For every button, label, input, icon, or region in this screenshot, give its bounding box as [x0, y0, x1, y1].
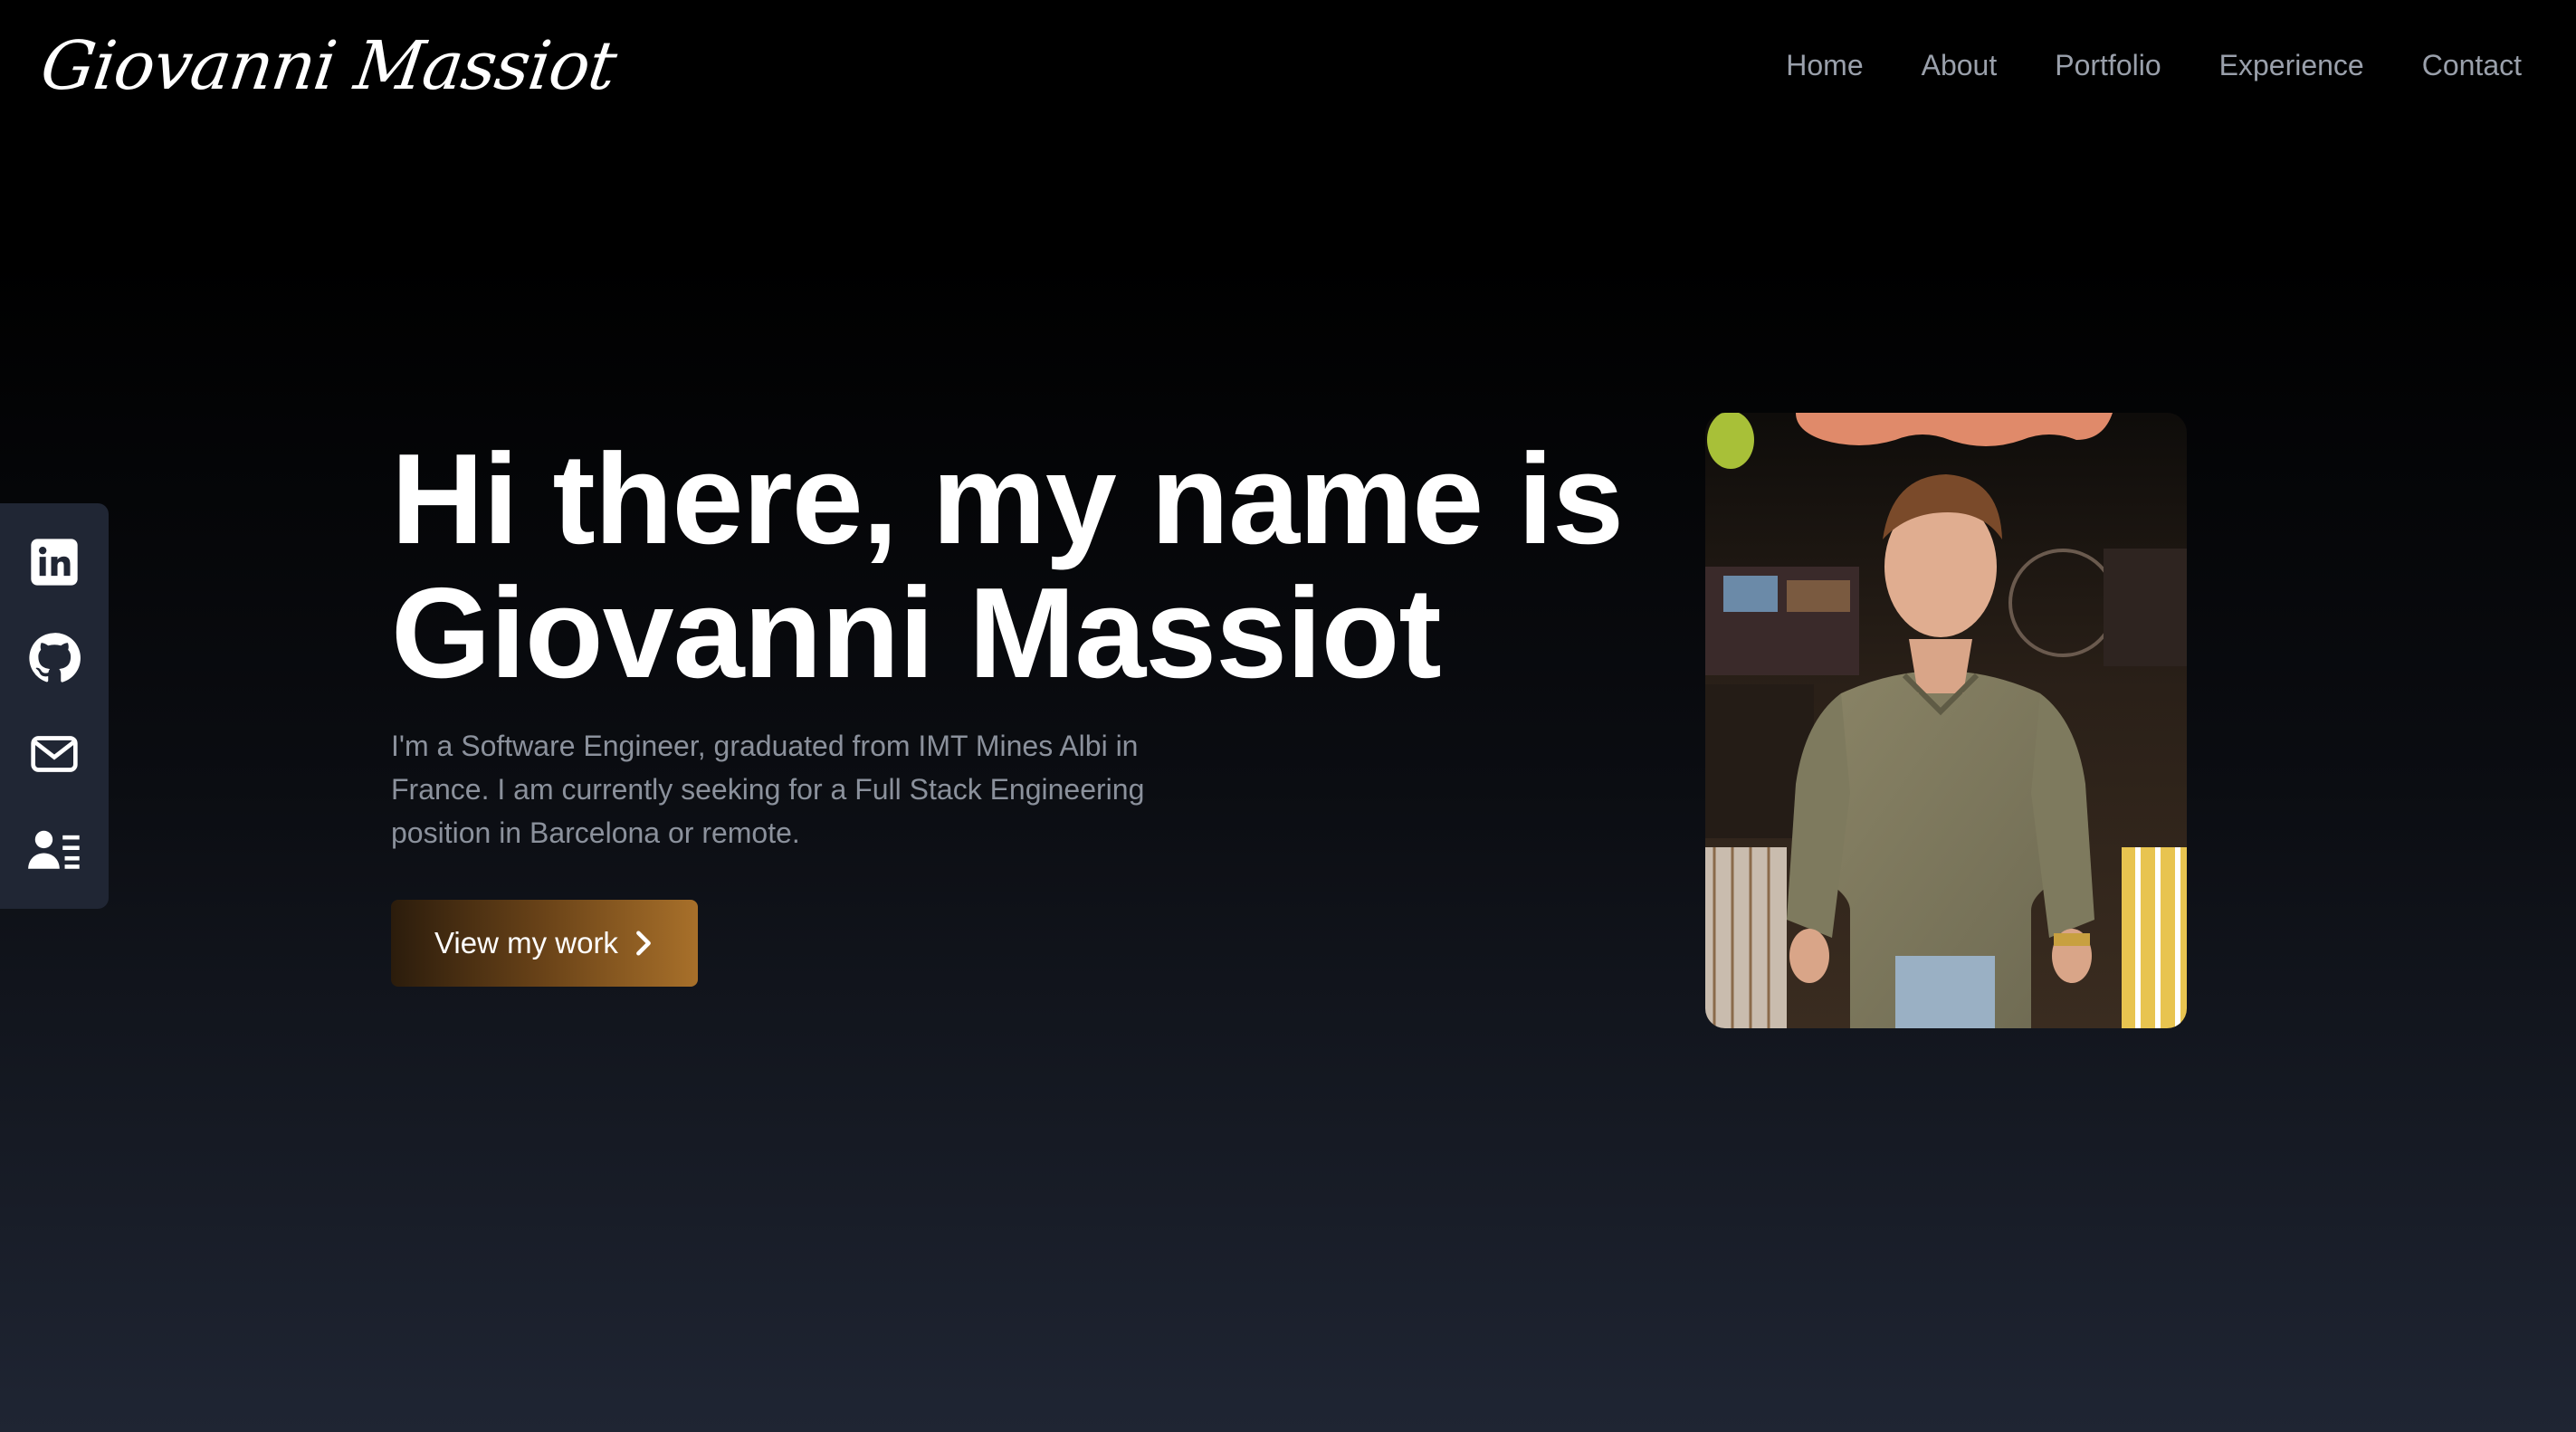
- site-logo[interactable]: Giovanni Massiot: [36, 27, 621, 105]
- nav-contact[interactable]: Contact: [2422, 49, 2522, 82]
- hero-description: I'm a Software Engineer, graduated from …: [391, 730, 1145, 849]
- chevron-right-icon: [636, 931, 651, 956]
- view-work-button[interactable]: View my work: [391, 900, 698, 987]
- profile-photo: [1705, 413, 2187, 1028]
- nav-portfolio[interactable]: Portfolio: [2055, 49, 2161, 82]
- hero-title: Hi there, my name is Giovanni Massiot: [391, 433, 1676, 701]
- resume-icon[interactable]: [25, 821, 83, 879]
- social-sidebar: [0, 503, 109, 909]
- nav-experience[interactable]: Experience: [2219, 49, 2364, 82]
- linkedin-icon[interactable]: [25, 533, 83, 591]
- mail-icon[interactable]: [25, 725, 83, 783]
- hero-title-line1: Hi there, my name is: [391, 427, 1624, 571]
- nav-about[interactable]: About: [1922, 49, 1998, 82]
- github-icon[interactable]: [25, 629, 83, 687]
- view-work-label: View my work: [434, 926, 618, 959]
- main-nav: Home About Portfolio Experience Contact: [1786, 49, 2522, 82]
- hero-section: Hi there, my name is Giovanni Massiot I'…: [391, 433, 1676, 987]
- hero-title-line2: Giovanni Massiot: [391, 561, 1442, 705]
- nav-home[interactable]: Home: [1786, 49, 1863, 82]
